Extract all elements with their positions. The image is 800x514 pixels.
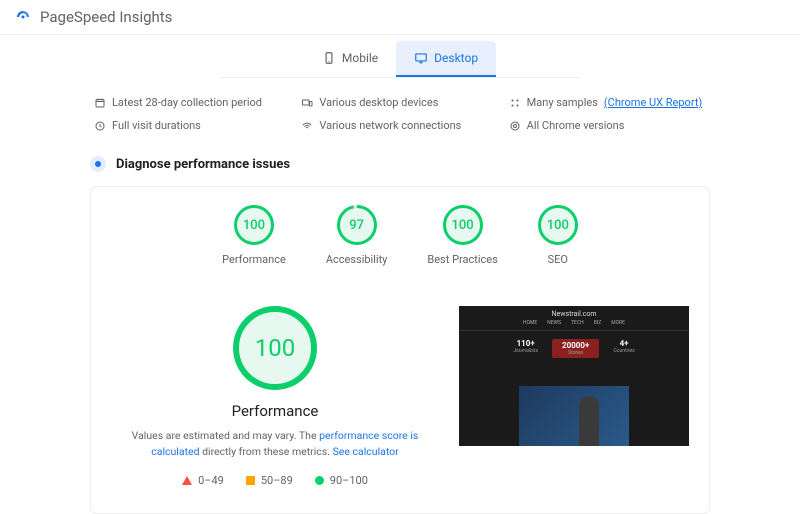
performance-detail: 100 Performance Values are estimated and…: [111, 306, 439, 487]
score-label: Best Practices: [427, 253, 497, 266]
topbar: PageSpeed Insights: [0, 0, 800, 35]
performance-detail-row: 100 Performance Values are estimated and…: [111, 306, 689, 487]
preview-person: [579, 396, 599, 446]
chrome-ux-report-link[interactable]: (Chrome UX Report): [604, 96, 702, 109]
preview-stat: 4+Countries: [613, 339, 634, 358]
lighthouse-card: 100 Performance 97 Accessibility 100 Bes…: [90, 186, 710, 514]
preview-stat: 20000+Stories: [552, 339, 599, 358]
see-calculator-link[interactable]: See calculator: [333, 445, 399, 458]
app-title: PageSpeed Insights: [40, 8, 172, 26]
devices-icon: [301, 97, 313, 109]
tab-desktop[interactable]: Desktop: [396, 41, 496, 77]
clock-icon: [94, 120, 106, 132]
diagnose-title: Diagnose performance issues: [116, 157, 290, 172]
site-screenshot-preview: Newstrail.com HOMENEWSTECHBIZMORE 110+Jo…: [459, 306, 689, 446]
preview-nav: HOMENEWSTECHBIZMORE: [459, 320, 689, 331]
field-label: All Chrome versions: [527, 119, 625, 132]
score-legend: 0–49 50–89 90–100: [182, 474, 368, 487]
tab-mobile[interactable]: Mobile: [304, 41, 396, 77]
field-versions: All Chrome versions: [509, 119, 706, 132]
wifi-icon: [301, 120, 313, 132]
field-data-grid: Latest 28-day collection period Various …: [90, 96, 710, 146]
legend-good: 90–100: [315, 474, 368, 487]
triangle-icon: [182, 476, 192, 485]
tab-mobile-label: Mobile: [342, 51, 378, 65]
field-durations: Full visit durations: [94, 119, 291, 132]
field-label: Various network connections: [319, 119, 461, 132]
device-tabs: Mobile Desktop: [0, 41, 800, 77]
diagnose-icon: [90, 156, 106, 172]
legend-avg: 50–89: [246, 474, 293, 487]
field-label: Various desktop devices: [319, 96, 438, 109]
score-label: SEO: [548, 253, 568, 266]
field-label: Full visit durations: [112, 119, 201, 132]
diagnose-section-header: Diagnose performance issues: [90, 156, 710, 172]
performance-description: Values are estimated and may vary. The p…: [125, 428, 425, 460]
field-collection-period: Latest 28-day collection period: [94, 96, 291, 109]
preview-hero-image: [519, 386, 629, 446]
score-label: Performance: [222, 253, 286, 266]
chrome-icon: [509, 120, 521, 132]
preview-stats: 110+Journalists 20000+Stories 4+Countrie…: [459, 331, 689, 366]
score-label: Accessibility: [326, 253, 388, 266]
main-content: Latest 28-day collection period Various …: [90, 78, 710, 514]
score-performance[interactable]: 100 Performance: [222, 205, 286, 266]
square-icon: [246, 476, 255, 485]
field-network: Various network connections: [301, 119, 498, 132]
mobile-icon: [322, 51, 336, 65]
score-best-practices[interactable]: 100 Best Practices: [427, 205, 497, 266]
big-performance-gauge: 100: [233, 306, 317, 390]
gauge-performance: 100: [234, 205, 274, 245]
field-devices: Various desktop devices: [301, 96, 498, 109]
preview-stat: 110+Journalists: [513, 339, 538, 358]
field-samples: Many samples (Chrome UX Report): [509, 96, 706, 109]
pagespeed-logo-icon: [14, 8, 32, 26]
field-label: Many samples: [527, 96, 598, 109]
gauge-best-practices: 100: [443, 205, 483, 245]
calendar-icon: [94, 97, 106, 109]
big-performance-title: Performance: [232, 402, 319, 420]
desktop-icon: [414, 51, 428, 65]
samples-icon: [509, 97, 521, 109]
preview-site-name: Newstrail.com: [459, 306, 689, 320]
scores-row: 100 Performance 97 Accessibility 100 Bes…: [111, 205, 689, 266]
tab-desktop-label: Desktop: [434, 51, 478, 65]
score-seo[interactable]: 100 SEO: [538, 205, 578, 266]
legend-poor: 0–49: [182, 474, 224, 487]
score-accessibility[interactable]: 97 Accessibility: [326, 205, 388, 266]
gauge-seo: 100: [538, 205, 578, 245]
gauge-accessibility: 97: [337, 205, 377, 245]
field-label: Latest 28-day collection period: [112, 96, 262, 109]
circle-icon: [315, 476, 324, 485]
